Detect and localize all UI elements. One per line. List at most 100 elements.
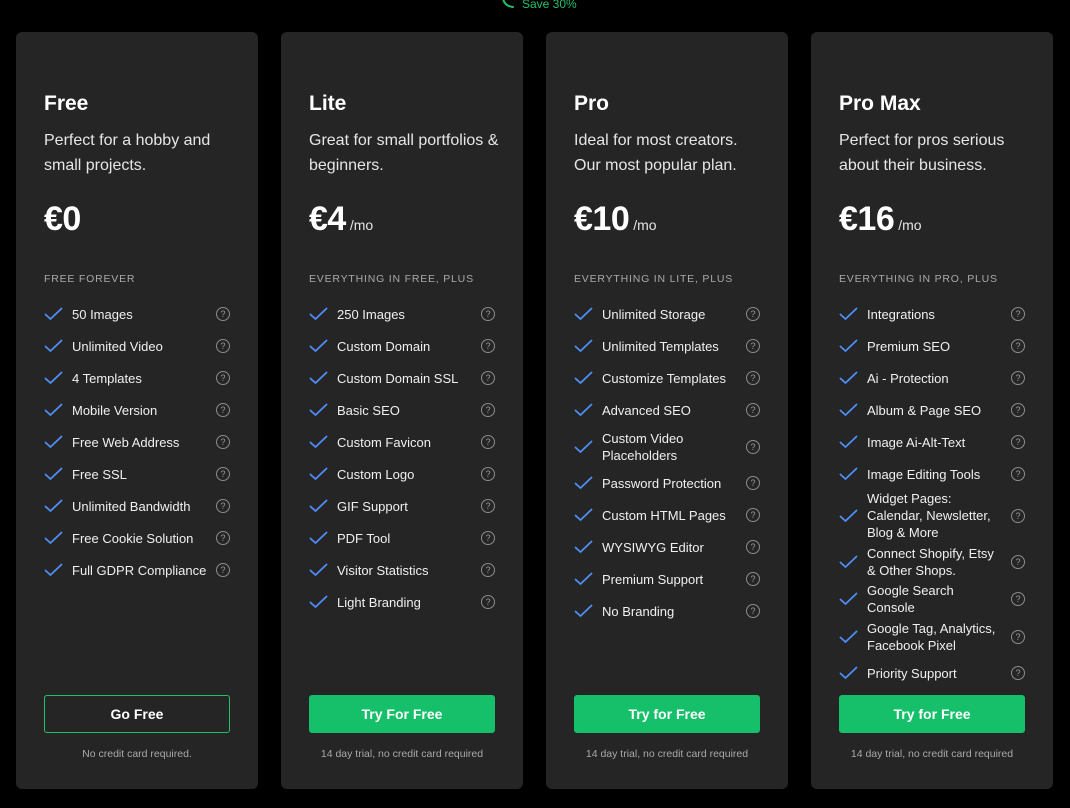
help-icon[interactable]: ? <box>746 403 760 417</box>
help-icon[interactable]: ? <box>481 467 495 481</box>
help-icon[interactable]: ? <box>1011 307 1025 321</box>
price-row: €10 /mo <box>574 200 657 239</box>
help-icon[interactable]: ? <box>481 403 495 417</box>
go-free-button[interactable]: Go Free <box>44 695 230 733</box>
help-icon[interactable]: ? <box>1011 339 1025 353</box>
feature-label: Unlimited Templates <box>602 338 719 354</box>
feature-label: PDF Tool <box>337 530 391 546</box>
help-icon[interactable]: ? <box>1011 403 1025 417</box>
feature-item: Google Tag, Analytics, Facebook Pixel? <box>839 616 1025 657</box>
help-icon[interactable]: ? <box>746 540 760 554</box>
help-icon[interactable]: ? <box>1011 554 1025 569</box>
check-icon <box>309 467 328 480</box>
check-icon <box>309 563 328 576</box>
feature-label: Full GDPR Compliance <box>72 562 207 578</box>
feature-label: Unlimited Video <box>72 338 163 354</box>
feature-label: Priority Support <box>867 665 957 681</box>
plan-name: Free <box>44 92 89 115</box>
help-icon[interactable]: ? <box>481 595 495 609</box>
help-icon[interactable]: ? <box>746 476 760 490</box>
feature-item: Custom Favicon? <box>309 426 495 458</box>
check-icon <box>839 630 858 643</box>
feature-item: GIF Support? <box>309 490 495 522</box>
check-icon <box>839 339 858 352</box>
check-icon <box>309 595 328 608</box>
help-icon[interactable]: ? <box>216 499 230 513</box>
feature-item: 4 Templates? <box>44 362 230 394</box>
feature-label: No Branding <box>602 603 675 619</box>
feature-label: Free SSL <box>72 466 127 482</box>
help-icon[interactable]: ? <box>481 499 495 513</box>
help-icon[interactable]: ? <box>216 371 230 385</box>
help-icon[interactable]: ? <box>481 307 495 321</box>
check-icon <box>839 307 858 320</box>
feature-label: Custom Logo <box>337 466 415 482</box>
feature-list: Integrations? Premium SEO? Ai - Protection… <box>839 298 1025 689</box>
help-icon[interactable]: ? <box>216 339 230 353</box>
help-icon[interactable]: ? <box>481 435 495 449</box>
help-icon[interactable]: ? <box>1011 467 1025 481</box>
help-icon[interactable]: ? <box>1011 508 1025 523</box>
plan-card-lite: Lite Great for small portfolios & beginn… <box>281 32 523 789</box>
feature-label: Mobile Version <box>72 402 158 418</box>
help-icon[interactable]: ? <box>1011 592 1025 606</box>
feature-label: Connect Shopify, Etsy & Other Shops. <box>867 545 994 578</box>
help-icon[interactable]: ? <box>216 403 230 417</box>
feature-item: Unlimited Storage? <box>574 298 760 330</box>
help-icon[interactable]: ? <box>1011 371 1025 385</box>
plan-period: /mo <box>898 217 922 233</box>
help-icon[interactable]: ? <box>1011 666 1025 680</box>
check-icon <box>44 467 63 480</box>
help-icon[interactable]: ? <box>746 508 760 522</box>
help-icon[interactable]: ? <box>746 604 760 618</box>
help-icon[interactable]: ? <box>216 467 230 481</box>
try-for-free-button-pro[interactable]: Try for Free <box>574 695 760 733</box>
feature-label: Custom Domain <box>337 338 431 354</box>
help-icon[interactable]: ? <box>481 339 495 353</box>
feature-label: Custom Favicon <box>337 434 431 450</box>
plan-name: Pro <box>574 92 610 115</box>
check-icon <box>309 435 328 448</box>
check-icon <box>574 572 593 585</box>
feature-label: Advanced SEO <box>602 402 691 418</box>
plan-name: Lite <box>309 92 347 115</box>
feature-label: Image Ai-Alt-Text <box>867 434 966 450</box>
plan-name: Pro Max <box>839 92 921 115</box>
help-icon[interactable]: ? <box>746 439 760 454</box>
try-for-free-button-pro-max[interactable]: Try for Free <box>839 695 1025 733</box>
help-icon[interactable]: ? <box>746 339 760 353</box>
help-icon[interactable]: ? <box>216 531 230 545</box>
plan-card-pro-max: Pro Max Perfect for pros serious about t… <box>811 32 1053 789</box>
check-icon <box>839 555 858 568</box>
help-icon[interactable]: ? <box>746 572 760 586</box>
feature-list: 50 Images? Unlimited Video? 4 Templates? Mo… <box>44 298 230 586</box>
help-icon[interactable]: ? <box>1011 629 1025 644</box>
help-icon[interactable]: ? <box>1011 435 1025 449</box>
feature-item: Basic SEO? <box>309 394 495 426</box>
feature-label: Free Cookie Solution <box>72 530 194 546</box>
check-icon <box>309 403 328 416</box>
plan-price: €16 <box>839 200 895 238</box>
help-icon[interactable]: ? <box>746 307 760 321</box>
try-for-free-button-lite[interactable]: Try For Free <box>309 695 495 733</box>
help-icon[interactable]: ? <box>481 371 495 385</box>
check-icon <box>309 499 328 512</box>
help-icon[interactable]: ? <box>481 563 495 577</box>
check-icon <box>574 604 593 617</box>
help-icon[interactable]: ? <box>216 435 230 449</box>
check-icon <box>309 307 328 320</box>
help-icon[interactable]: ? <box>746 371 760 385</box>
check-icon <box>839 509 858 522</box>
feature-label: Google Search Console <box>867 583 954 615</box>
help-icon[interactable]: ? <box>481 531 495 545</box>
check-icon <box>574 371 593 384</box>
feature-item: Visitor Statistics? <box>309 554 495 586</box>
help-icon[interactable]: ? <box>216 563 230 577</box>
feature-label: Custom Domain SSL <box>337 370 459 386</box>
check-icon <box>839 371 858 384</box>
feature-label: Widget Pages: Calendar, Newsletter, Blog… <box>867 491 991 540</box>
feature-item: Custom Domain? <box>309 330 495 362</box>
feature-label: Free Web Address <box>72 434 180 450</box>
help-icon[interactable]: ? <box>216 307 230 321</box>
feature-item: Custom HTML Pages? <box>574 499 760 531</box>
